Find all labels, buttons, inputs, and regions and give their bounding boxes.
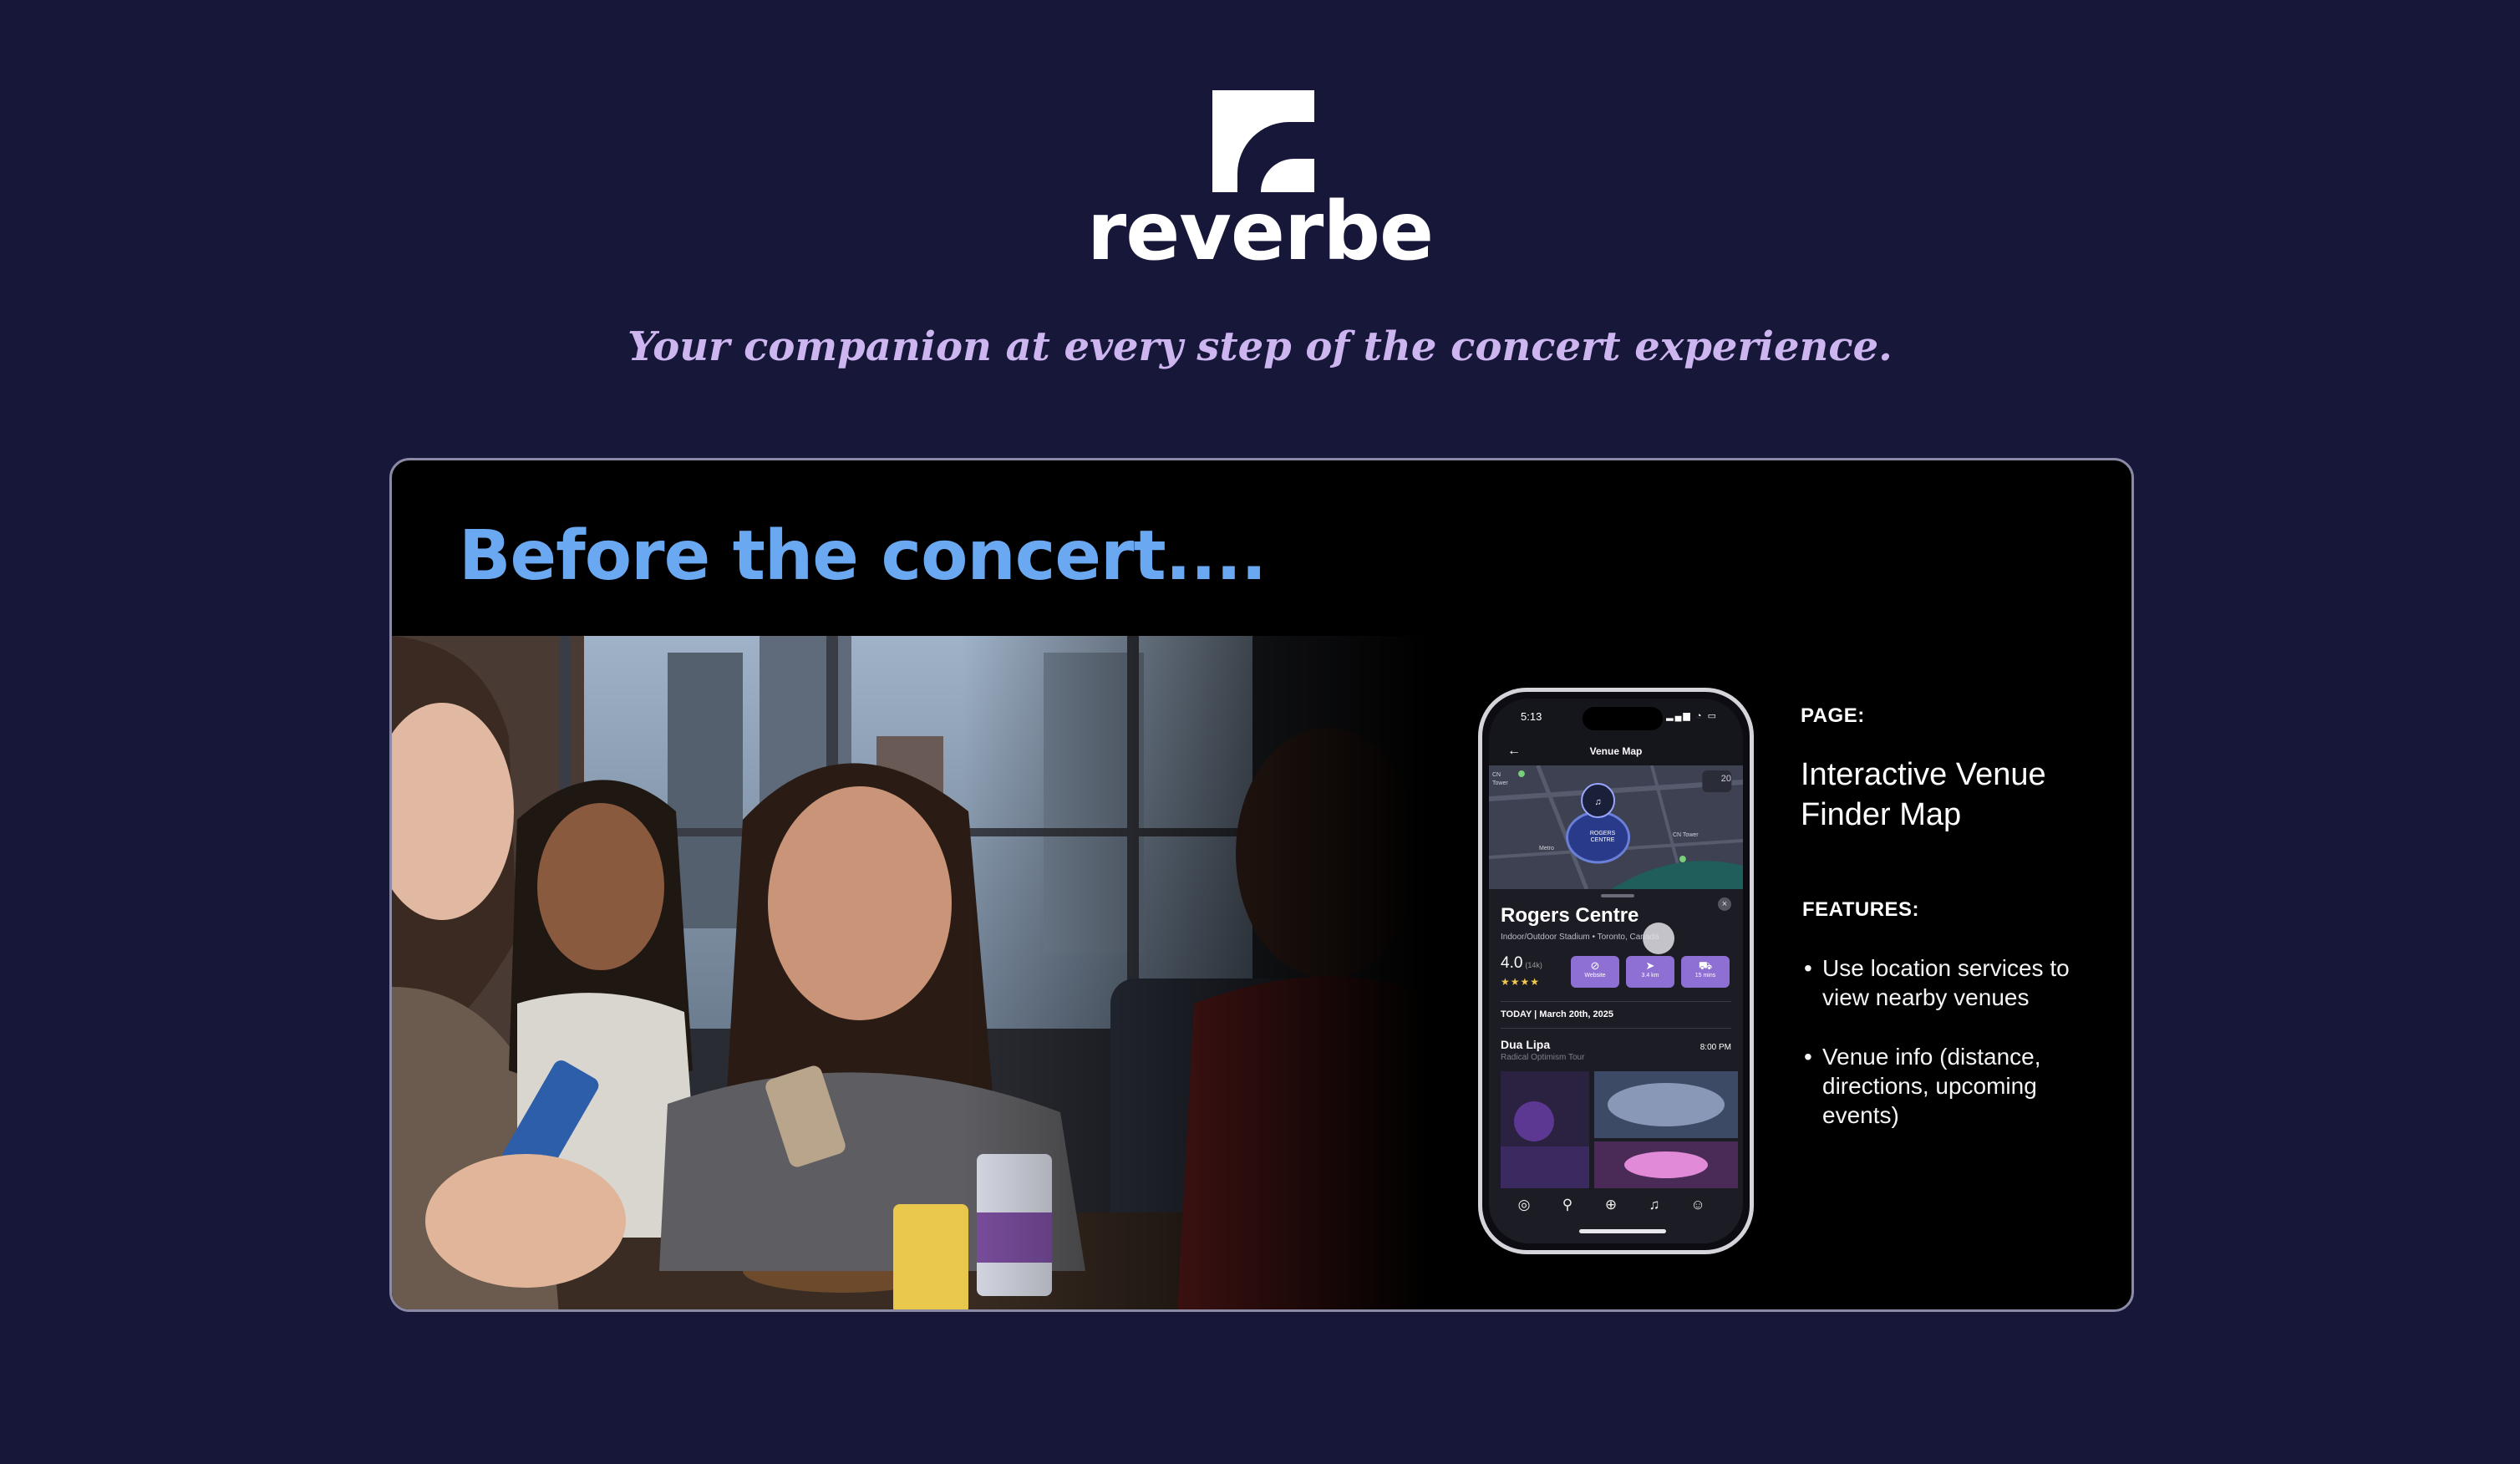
venue-subtitle: Indoor/Outdoor Stadium • Toronto, Canada (1501, 933, 1659, 942)
map-venue-label: ROGERS CENTRE (1589, 831, 1616, 843)
brand-wordmark: reverbe (1086, 185, 1434, 278)
feature-card: Before the concert.... 5:13 ▂▄▆ ◔ ▭ ← Ve… (389, 458, 2134, 1312)
tab-bar: ◎ ⚲ ⊕ ♫ ☺ (1489, 1190, 1743, 1218)
venue-rating: 4.0 (14k) (1501, 954, 1542, 973)
sheet-handle[interactable] (1601, 894, 1634, 897)
event-time: 8:00 PM (1699, 1043, 1731, 1052)
website-button[interactable]: ⊘ Website (1571, 956, 1619, 988)
globe-icon[interactable]: ◎ (1514, 1195, 1534, 1215)
map-label-tower: Tower (1492, 780, 1508, 786)
friends-with-phones-photo (392, 636, 1428, 1309)
page-name: Interactive Venue Finder Map (1801, 757, 2046, 832)
bell-icon[interactable]: ♫ (1644, 1195, 1664, 1215)
map-zoom-badge[interactable]: 20 (1721, 774, 1731, 784)
feature-item: Use location services to view nearby ven… (1804, 953, 2105, 1012)
website-label: Website (1584, 973, 1606, 979)
status-bar: 5:13 ▂▄▆ ◔ ▭ (1521, 710, 1718, 727)
map-label-cn-tower: CN Tower (1673, 832, 1699, 838)
map-label-metro: Metro (1539, 846, 1554, 851)
map-label-cn: CN (1492, 772, 1501, 778)
star-rating: ★★★★ (1501, 976, 1541, 988)
venue-map[interactable]: ♫ ROGERS CENTRE 20 CN Tower Metro CN Tow… (1489, 765, 1743, 889)
drive-time-button[interactable]: ⛟ 15 mins (1681, 956, 1730, 988)
close-icon[interactable]: × (1718, 897, 1731, 911)
distance-label: 3.4 km (1641, 973, 1659, 979)
add-icon[interactable]: ⊕ (1601, 1195, 1621, 1215)
rating-value: 4.0 (1501, 954, 1523, 972)
feature-item: Venue info (distance, directions, upcomi… (1804, 1042, 2105, 1130)
compass-icon: ⊘ (1590, 959, 1600, 972)
reverbe-logo-icon (1212, 90, 1314, 192)
profile-icon[interactable]: ☺ (1688, 1195, 1708, 1215)
venue-sheet: × Rogers Centre Indoor/Outdoor Stadium •… (1489, 889, 1743, 1243)
search-icon[interactable]: ⚲ (1557, 1195, 1578, 1215)
signal-wifi-battery-icons: ▂▄▆ ◔ ▭ (1666, 711, 1718, 721)
event-photos[interactable] (1501, 1071, 1738, 1188)
venue-name: Rogers Centre (1501, 904, 1639, 927)
touch-indicator (1643, 923, 1674, 954)
nav-title: Venue Map (1589, 745, 1643, 757)
map-graphic: ♫ (1489, 765, 1743, 889)
features-label: FEATURES: (1802, 898, 1920, 921)
svg-text:♫: ♫ (1595, 797, 1602, 807)
schedule-date: TODAY | March 20th, 2025 (1501, 1009, 1613, 1019)
navigate-icon: ➤ (1645, 959, 1655, 972)
divider (1501, 1028, 1731, 1029)
phone-screen: 5:13 ▂▄▆ ◔ ▭ ← Venue Map ♫ ROGERS CENTRE… (1489, 699, 1743, 1243)
home-indicator (1579, 1229, 1666, 1233)
car-icon: ⛟ (1698, 959, 1713, 972)
status-time: 5:13 (1521, 710, 1542, 723)
brand-tagline: Your companion at every step of the conc… (627, 323, 1893, 370)
drive-time-label: 15 mins (1694, 973, 1716, 979)
page-label: PAGE: (1801, 704, 1865, 727)
nav-bar: ← Venue Map (1489, 740, 1743, 765)
phone-mockup: 5:13 ▂▄▆ ◔ ▭ ← Venue Map ♫ ROGERS CENTRE… (1478, 688, 1754, 1254)
rating-count: (14k) (1525, 961, 1542, 969)
event-artist[interactable]: Dua Lipa (1501, 1038, 1550, 1051)
divider (1501, 1001, 1731, 1002)
directions-button[interactable]: ➤ 3.4 km (1626, 956, 1674, 988)
event-tour: Radical Optimism Tour (1501, 1053, 1585, 1062)
card-title: Before the concert.... (459, 516, 1267, 596)
